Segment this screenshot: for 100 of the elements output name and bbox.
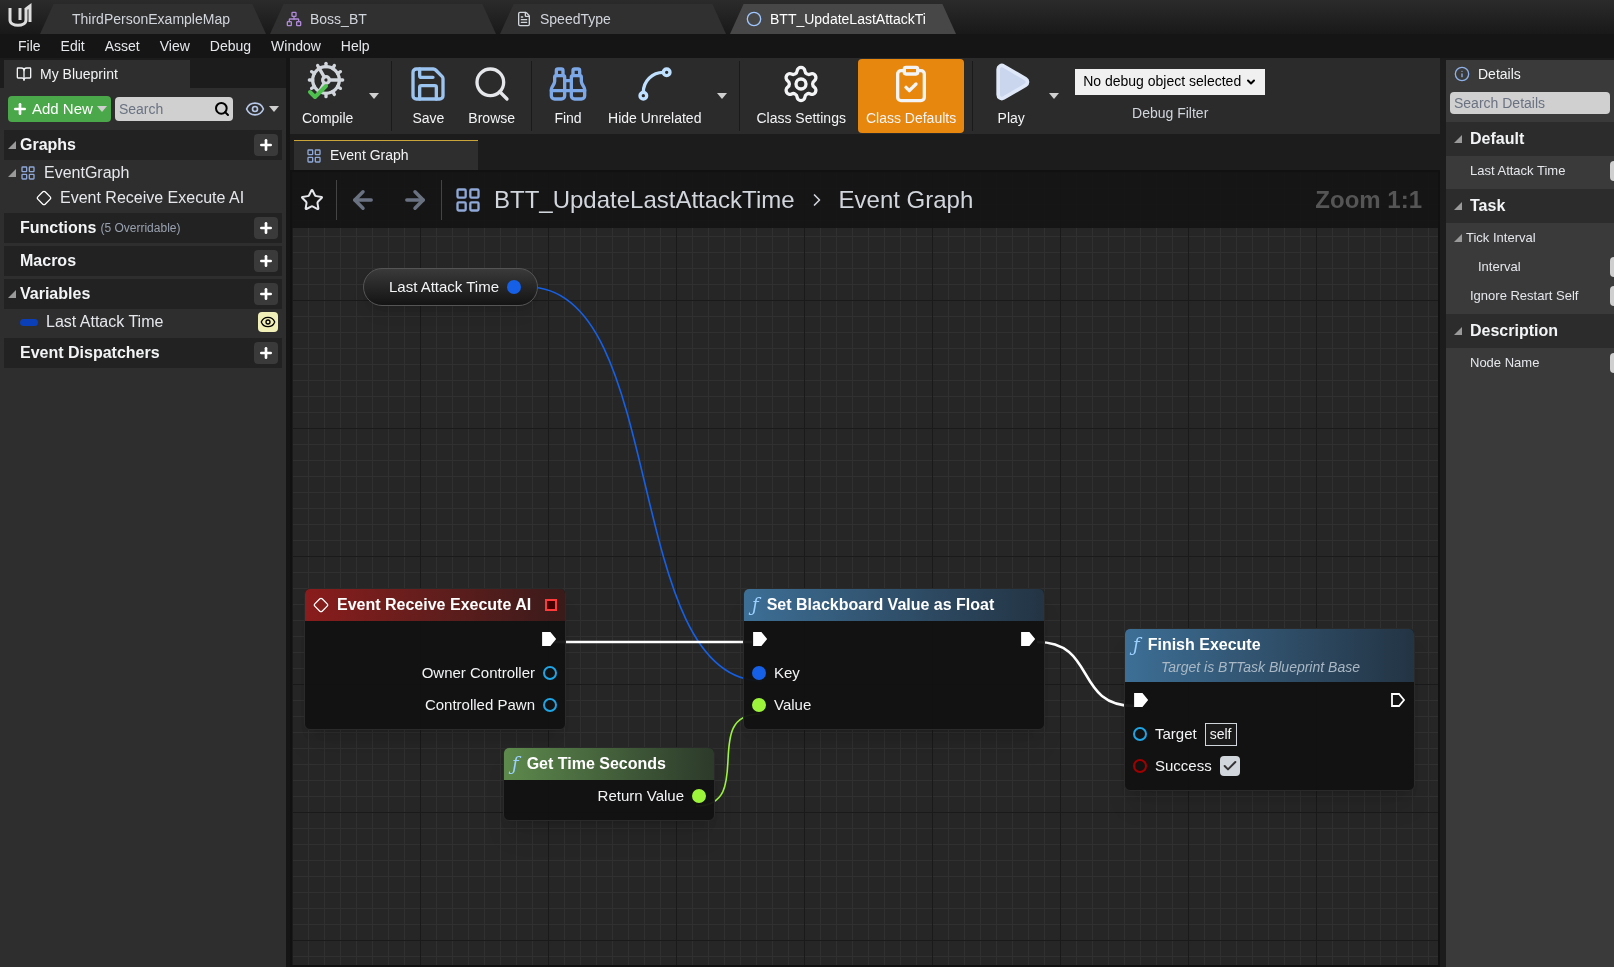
node-subtitle: Target is BTTask Blueprint Base — [1160, 658, 1361, 677]
favorite-icon[interactable] — [300, 188, 324, 212]
menu-item[interactable]: Help — [330, 35, 380, 57]
pin-checkbox[interactable] — [1219, 756, 1240, 776]
menu-item[interactable]: Edit — [50, 35, 95, 57]
document-tab[interactable]: Boss_BT — [270, 4, 496, 34]
binoculars-icon — [548, 64, 589, 104]
property-value-field[interactable] — [1610, 256, 1614, 277]
expanded-arrow-icon[interactable] — [8, 141, 16, 149]
graph-icon — [454, 186, 482, 214]
menu-item[interactable]: File — [8, 35, 51, 57]
tree-item[interactable]: Last Attack Time — [46, 310, 164, 334]
node-title: Set Blackboard Value as Float — [766, 595, 995, 615]
dropdown-caret-icon[interactable] — [1049, 93, 1060, 99]
section-header[interactable]: Graphs — [4, 130, 282, 160]
delegate-icon — [545, 599, 557, 611]
section-header[interactable]: Macros — [4, 246, 282, 276]
tree-item[interactable]: Event Receive Execute AI — [60, 186, 245, 210]
toolbar-button[interactable]: Play — [981, 59, 1042, 133]
node-title: Last Attack Time — [388, 276, 499, 297]
exec-pin[interactable] — [752, 631, 768, 647]
add-icon[interactable] — [254, 342, 278, 364]
expanded-arrow-icon[interactable] — [1454, 233, 1462, 242]
graph-tab[interactable]: Event Graph — [294, 140, 478, 170]
exec-pin[interactable] — [1020, 631, 1036, 647]
exec-pin[interactable] — [541, 631, 557, 647]
property-value-field[interactable] — [1610, 160, 1614, 181]
toolbar-button[interactable]: Find — [540, 59, 597, 133]
add-icon[interactable] — [254, 250, 278, 272]
expanded-arrow-icon[interactable] — [1454, 327, 1462, 335]
expanded-arrow-icon[interactable] — [1454, 202, 1462, 210]
eye-icon[interactable] — [258, 312, 278, 332]
graph-node[interactable]: ƒ Finish Execute Target is BTTask Blueprint Base Target self Success — [1124, 628, 1415, 791]
toolbar-button[interactable]: Save — [400, 59, 457, 133]
document-icon — [516, 11, 532, 27]
variable-node[interactable]: Last Attack Time — [363, 268, 538, 306]
breadcrumb-item[interactable]: Event Graph — [838, 182, 974, 218]
panel-tab[interactable]: My Blueprint — [4, 60, 190, 88]
pin-value-field[interactable]: self — [1204, 722, 1237, 746]
property-label: Tick Interval — [1466, 228, 1536, 247]
menu-item[interactable]: Asset — [94, 35, 150, 57]
search-icon[interactable] — [210, 97, 233, 121]
section-header[interactable]: Functions (5 Overridable) — [4, 213, 282, 243]
document-tab[interactable]: BTT_UpdateLastAttackTi — [730, 4, 956, 34]
node-title: Finish Execute — [1147, 635, 1261, 655]
panel-tab[interactable]: Details — [1446, 60, 1614, 88]
toolbar-button[interactable]: Compile — [294, 59, 362, 133]
ring-icon — [746, 11, 762, 27]
debug-filter-dropdown[interactable]: No debug object selected — [1075, 68, 1266, 95]
breadcrumb-item[interactable]: BTT_UpdateLastAttackTime — [494, 182, 795, 218]
menu-item[interactable]: Debug — [199, 35, 262, 57]
tree-icon — [286, 11, 302, 27]
pin-label: Owner Controller — [421, 662, 535, 683]
category-header[interactable]: Default — [1446, 122, 1614, 156]
expanded-arrow-icon[interactable] — [8, 290, 16, 298]
graph-icon — [20, 165, 36, 181]
document-tab[interactable]: SpeedType — [500, 4, 726, 34]
toolbar-button[interactable]: Class Settings — [748, 59, 854, 133]
tree-item[interactable]: EventGraph — [44, 161, 130, 185]
graph-node[interactable]: Event Receive Execute AI Owner Controller Controlled Pawn — [304, 588, 566, 730]
graph-node[interactable]: ƒ Get Time Seconds Return Value — [503, 747, 715, 821]
add-icon[interactable] — [254, 283, 278, 305]
section-header[interactable]: Variables — [4, 279, 282, 309]
property-label: Node Name — [1469, 353, 1540, 372]
section-header[interactable]: Event Dispatchers — [4, 338, 282, 368]
category-header[interactable]: Description — [1446, 314, 1614, 348]
dropdown-caret-icon[interactable] — [717, 93, 728, 99]
search-field[interactable]: Search — [114, 97, 211, 121]
exec-pin[interactable] — [1390, 692, 1406, 708]
node-title: Event Receive Execute AI — [337, 595, 532, 615]
add-icon[interactable] — [254, 217, 278, 239]
expanded-arrow-icon[interactable] — [1454, 135, 1462, 143]
expanded-arrow-icon[interactable] — [8, 169, 16, 177]
pin-label: Key — [774, 662, 800, 683]
menu-item[interactable]: View — [149, 35, 200, 57]
data-pin[interactable] — [543, 666, 557, 680]
node-title: Get Time Seconds — [526, 754, 666, 774]
search-details-field[interactable]: Search Details — [1450, 92, 1610, 114]
menu-item[interactable]: Window — [261, 35, 331, 57]
property-label: Interval — [1478, 257, 1521, 276]
graph-icon — [306, 147, 322, 164]
caret-icon[interactable] — [268, 106, 279, 112]
book-icon — [16, 66, 32, 82]
section-note: (5 Overridable) — [100, 220, 181, 237]
data-pin[interactable] — [543, 698, 557, 712]
category-header[interactable]: Task — [1446, 189, 1614, 223]
pin-label: Value — [774, 694, 812, 715]
eye-icon[interactable] — [244, 99, 265, 119]
pin-label: Success — [1155, 755, 1212, 776]
dropdown-caret-icon[interactable] — [369, 93, 380, 99]
toolbar-button[interactable]: Hide Unrelated — [600, 59, 710, 133]
exec-pin[interactable] — [1133, 692, 1149, 708]
toolbar-button[interactable]: Browse — [460, 59, 524, 133]
pin-label: Controlled Pawn — [424, 694, 535, 715]
data-pin[interactable] — [1133, 727, 1147, 741]
add-icon[interactable] — [254, 134, 278, 156]
property-value-field[interactable] — [1610, 352, 1614, 373]
graph-node[interactable]: ƒ Set Blackboard Value as Float Key Value — [743, 588, 1045, 730]
property-value-field[interactable] — [1610, 285, 1614, 306]
document-tab[interactable]: ThirdPersonExampleMap — [40, 4, 266, 34]
